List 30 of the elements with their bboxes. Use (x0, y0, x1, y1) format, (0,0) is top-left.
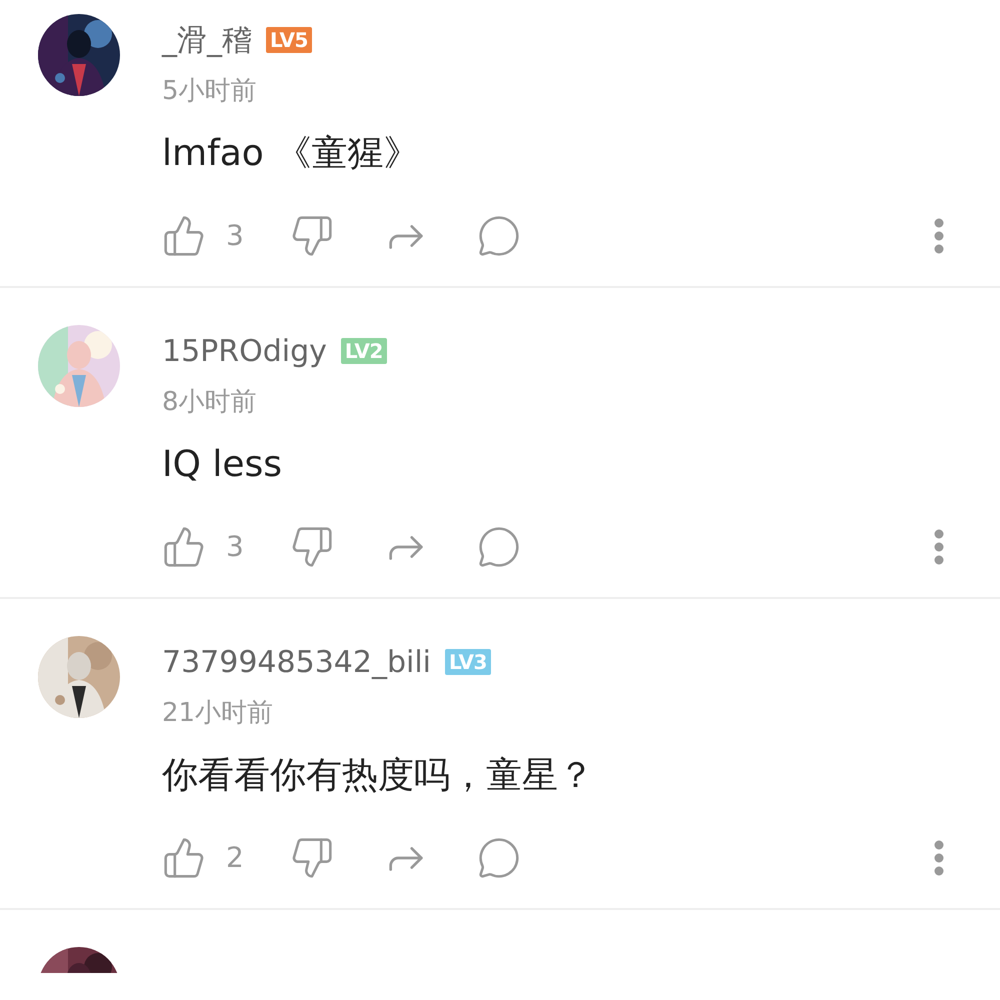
speech-bubble-icon (477, 836, 521, 880)
level-badge: LV2 (340, 338, 387, 364)
comment-text: IQ less (162, 443, 282, 487)
username[interactable]: 73799485342_bili (162, 640, 432, 684)
more-button[interactable] (934, 529, 944, 565)
more-icon (934, 218, 944, 254)
level-badge: LV5 (266, 27, 312, 53)
thumbs-up-icon (162, 525, 206, 569)
comment-text: 你看看你有热度吗，童星？ (162, 754, 594, 798)
thumbs-down-icon (290, 214, 334, 258)
more-icon (934, 529, 944, 565)
timestamp: 5小时前 (162, 74, 257, 108)
thumbs-down-icon (290, 836, 334, 880)
username[interactable]: 15PROdigy (162, 328, 327, 374)
reply-button[interactable] (477, 214, 521, 258)
timestamp: 8小时前 (162, 386, 257, 418)
level-badge: LV3 (445, 649, 491, 675)
thumbs-up-icon (162, 214, 206, 258)
thumbs-down-icon (290, 525, 334, 569)
username[interactable]: _滑_稽 (162, 18, 252, 62)
speech-bubble-icon (477, 214, 521, 258)
comment-text: lmfao 《童猩》 (162, 132, 420, 176)
thumbs-up-icon (162, 836, 206, 880)
timestamp: 21小时前 (162, 696, 274, 730)
more-button[interactable] (934, 840, 944, 876)
speech-bubble-icon (477, 525, 521, 569)
reply-button[interactable] (477, 525, 521, 569)
more-icon (934, 840, 944, 876)
more-button[interactable] (934, 218, 944, 254)
reply-button[interactable] (477, 836, 521, 880)
